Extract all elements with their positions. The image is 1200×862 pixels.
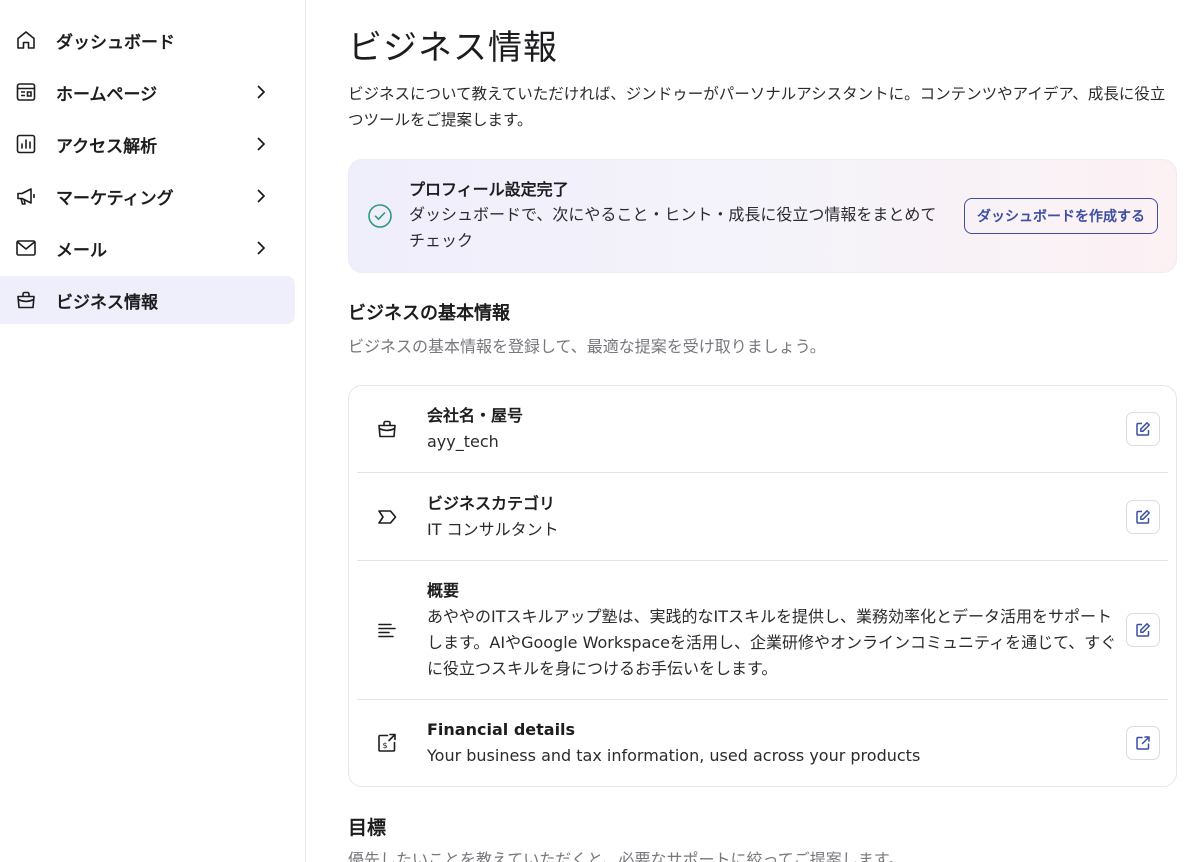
- goals-subtitle: 優先したいことを教えていただくと、必要なサポートに絞ってご提案します。: [348, 850, 905, 862]
- megaphone-icon: [14, 184, 38, 208]
- sidebar-item-mail[interactable]: メール: [0, 224, 295, 272]
- row-label: Financial details: [427, 720, 576, 739]
- row-content: Financial details Your business and tax …: [427, 717, 1126, 769]
- row-value: ayy_tech: [427, 432, 499, 451]
- sidebar-item-dashboard[interactable]: ダッシュボード: [0, 16, 295, 64]
- edit-business-category-button[interactable]: [1126, 499, 1160, 534]
- sidebar-item-marketing[interactable]: マーケティング: [0, 172, 295, 220]
- sidebar-item-label: ビジネス情報: [56, 292, 158, 313]
- info-row-company-name: 会社名・屋号 ayy_tech: [357, 386, 1168, 473]
- chevron-right-icon: [251, 82, 271, 102]
- briefcase-icon: [375, 417, 399, 441]
- goals-title: 目標: [348, 817, 387, 839]
- banner-text: プロフィール設定完了 ダッシュボードで、次にやること・ヒント・成長に役立つ情報を…: [409, 178, 964, 254]
- row-value: あややのITスキルアップ塾は、実践的なITスキルを提供し、業務効率化とデータ活用…: [427, 607, 1117, 678]
- edit-icon: [1136, 509, 1150, 524]
- edit-icon: [1136, 623, 1150, 637]
- page-title: ビジネス情報: [348, 28, 558, 68]
- row-content: ビジネスカテゴリ IT コンサルタント: [427, 491, 1126, 543]
- app-root: ダッシュボード ホームページ アクセス解析 マーケティング メール ビジネス情報…: [0, 0, 1200, 862]
- sidebar-item-label: マーケティング: [56, 188, 174, 209]
- tag-icon: [375, 505, 399, 529]
- row-label: 概要: [427, 581, 460, 600]
- external-link-icon: [1136, 736, 1150, 750]
- row-value: Your business and tax information, used …: [427, 746, 921, 765]
- website-icon: [14, 80, 38, 104]
- sidebar-item-label: アクセス解析: [56, 136, 158, 157]
- sidebar-item-business-info[interactable]: ビジネス情報: [0, 276, 295, 324]
- info-row-overview: 概要 あややのITスキルアップ塾は、実践的なITスキルを提供し、業務効率化とデー…: [357, 561, 1168, 700]
- financial-icon: $: [375, 731, 399, 755]
- briefcase-icon: [14, 288, 38, 312]
- analytics-icon: [14, 132, 38, 156]
- info-row-business-category: ビジネスカテゴリ IT コンサルタント: [357, 473, 1168, 561]
- banner-title: プロフィール設定完了: [409, 180, 569, 199]
- create-dashboard-button[interactable]: ダッシュボードを作成する: [964, 198, 1158, 234]
- home-icon: [14, 28, 38, 52]
- profile-complete-banner: プロフィール設定完了 ダッシュボードで、次にやること・ヒント・成長に役立つ情報を…: [348, 159, 1177, 273]
- edit-overview-button[interactable]: [1126, 613, 1160, 647]
- row-value: IT コンサルタント: [427, 519, 559, 539]
- open-financial-details-button[interactable]: [1126, 726, 1160, 760]
- svg-text:$: $: [383, 741, 388, 750]
- sidebar-item-homepage[interactable]: ホームページ: [0, 68, 295, 116]
- basic-info-subtitle: ビジネスの基本情報を登録して、最適な提案を受け取りましょう。: [348, 337, 826, 356]
- main-content: ビジネス情報 ビジネスについて教えていただければ、ジンドゥーがパーソナルアシスタ…: [306, 0, 1200, 862]
- row-content: 会社名・屋号 ayy_tech: [427, 403, 1126, 455]
- banner-body: ダッシュボードで、次にやること・ヒント・成長に役立つ情報をまとめてチェック: [409, 205, 937, 250]
- basic-info-title: ビジネスの基本情報: [348, 303, 510, 324]
- info-row-financial-details: $ Financial details Your business and ta…: [357, 700, 1168, 786]
- chevron-right-icon: [251, 186, 271, 206]
- edit-icon: [1136, 422, 1150, 436]
- sidebar-item-label: ダッシュボード: [56, 32, 175, 53]
- page-description: ビジネスについて教えていただければ、ジンドゥーがパーソナルアシスタントに。コンテ…: [348, 85, 1166, 129]
- basic-info-card: 会社名・屋号 ayy_tech ビジネスカテゴリ IT コンサルタント 概要 あ…: [348, 385, 1177, 787]
- row-label: ビジネスカテゴリ: [427, 493, 556, 513]
- sidebar-item-label: メール: [56, 240, 107, 261]
- sidebar-item-analytics[interactable]: アクセス解析: [0, 120, 295, 168]
- sidebar-item-label: ホームページ: [56, 84, 158, 105]
- row-content: 概要 あややのITスキルアップ塾は、実践的なITスキルを提供し、業務効率化とデー…: [427, 578, 1126, 682]
- sidebar: ダッシュボード ホームページ アクセス解析 マーケティング メール ビジネス情報: [0, 0, 306, 862]
- edit-company-name-button[interactable]: [1126, 412, 1160, 446]
- check-circle-icon: [368, 204, 392, 228]
- row-label: 会社名・屋号: [427, 406, 524, 425]
- chevron-right-icon: [251, 134, 271, 154]
- text-lines-icon: [375, 618, 399, 642]
- mail-icon: [14, 236, 38, 260]
- chevron-right-icon: [251, 238, 271, 258]
